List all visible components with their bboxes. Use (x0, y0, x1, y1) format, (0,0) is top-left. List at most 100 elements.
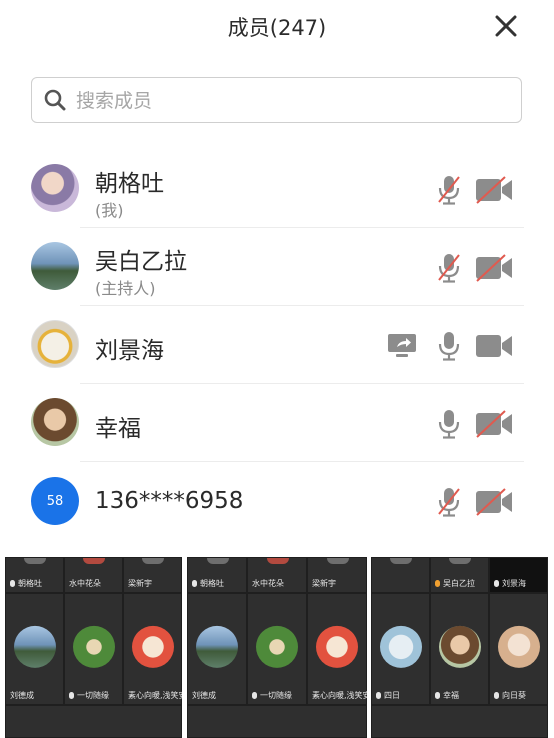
close-icon (495, 15, 517, 37)
video-cell[interactable]: 刘景海 (489, 557, 548, 593)
video-cell[interactable]: 向日葵 (489, 593, 548, 705)
host-icon (435, 580, 440, 587)
video-cell[interactable]: 一切随缘 (64, 593, 123, 705)
mic-muted-icon[interactable] (436, 252, 462, 284)
mic-muted-icon[interactable] (436, 486, 462, 518)
avatar (83, 558, 105, 564)
search-box[interactable] (31, 77, 522, 124)
member-row[interactable]: 58 136****6958 (0, 462, 554, 540)
participant-label: 梁新宇 (312, 579, 336, 588)
avatar (267, 558, 289, 564)
video-cell[interactable] (5, 705, 182, 738)
member-row[interactable]: 吴白乙拉 (主持人) (0, 228, 554, 306)
video-cell[interactable]: 梁新宇 (307, 557, 367, 593)
avatar (207, 558, 229, 564)
mic-icon[interactable] (436, 408, 462, 440)
search-icon (44, 89, 66, 111)
avatar (72, 625, 115, 668)
member-name: 朝格吐 (95, 171, 164, 197)
participant-label: 水中花朵 (69, 579, 101, 588)
mic-icon (252, 692, 257, 699)
header: 成员(247) (0, 0, 554, 56)
video-grid-panel[interactable]: 朝格吐 水中花朵 梁新宇 刘德成 一切随缘 素心向暖,浅笑安然 (187, 557, 367, 738)
video-cell[interactable]: 水中花朵 (247, 557, 307, 593)
avatar (13, 625, 56, 668)
video-cell[interactable]: 四日 (371, 593, 430, 705)
mic-icon (376, 692, 381, 699)
mic-icon (435, 692, 440, 699)
participant-label: 一切随缘 (69, 690, 109, 701)
avatar: 58 (31, 477, 79, 525)
participant-label: 吴白乙拉 (435, 578, 475, 589)
avatar (449, 558, 471, 564)
mic-icon (69, 692, 74, 699)
screen-share-icon[interactable] (387, 332, 417, 358)
video-cell[interactable]: 朝格吐 (5, 557, 64, 593)
camera-off-icon[interactable] (475, 254, 513, 282)
video-grid-panel[interactable]: 吴白乙拉 刘景海 四日 幸福 向日葵 (371, 557, 548, 738)
video-cell[interactable]: 朝格吐 (187, 557, 247, 593)
video-cell[interactable]: 水中花朵 (64, 557, 123, 593)
member-row[interactable]: 刘景海 (0, 306, 554, 384)
video-cell[interactable] (371, 557, 430, 593)
participant-label: 素心向暖,浅笑安然 (312, 691, 367, 700)
page-title: 成员(247) (227, 16, 327, 40)
avatar (316, 625, 358, 668)
member-row[interactable]: 朝格吐 (我) (0, 150, 554, 228)
avatar (196, 625, 238, 668)
video-cell[interactable]: 梁新宇 (123, 557, 182, 593)
participant-label: 向日葵 (494, 690, 526, 701)
avatar (142, 558, 164, 564)
video-cell[interactable]: 一切随缘 (247, 593, 307, 705)
avatar (497, 625, 540, 668)
avatar (131, 625, 174, 668)
video-cell[interactable]: 幸福 (430, 593, 489, 705)
mic-icon[interactable] (436, 330, 462, 362)
avatar (438, 625, 481, 668)
member-name: 刘景海 (95, 338, 164, 364)
video-cell[interactable]: 吴白乙拉 (430, 557, 489, 593)
video-cell[interactable] (371, 705, 548, 738)
participant-label: 刘德成 (192, 691, 216, 700)
participant-label: 刘景海 (494, 578, 526, 589)
member-role: (主持人) (95, 279, 156, 298)
video-cell[interactable]: 素心向暖,浅笑安然 (123, 593, 182, 705)
member-role: (我) (95, 201, 124, 220)
participant-label: 一切随缘 (252, 690, 292, 701)
camera-off-icon[interactable] (475, 410, 513, 438)
mic-icon (494, 580, 499, 587)
camera-off-icon[interactable] (475, 488, 513, 516)
close-button[interactable] (492, 12, 520, 40)
member-name: 幸福 (95, 416, 141, 442)
mic-icon (10, 580, 15, 587)
participant-label: 朝格吐 (10, 578, 42, 589)
avatar (256, 625, 298, 668)
member-row[interactable]: 幸福 (0, 384, 554, 462)
members-page: 成员(247) 朝格吐 (我) (0, 0, 554, 738)
participant-label: 刘德成 (10, 691, 34, 700)
search-input[interactable] (74, 78, 508, 124)
participant-label: 幸福 (435, 690, 459, 701)
mic-icon (494, 692, 499, 699)
video-cell[interactable]: 刘德成 (187, 593, 247, 705)
camera-icon[interactable] (475, 332, 513, 360)
avatar (327, 558, 349, 564)
avatar (379, 625, 422, 668)
video-grid-panel[interactable]: 朝格吐 水中花朵 梁新宇 刘德成 一切随缘 素心向暖,浅笑安然 (5, 557, 182, 738)
participant-label: 四日 (376, 690, 400, 701)
member-name: 136****6958 (95, 488, 244, 514)
participant-label: 朝格吐 (192, 578, 224, 589)
video-cell[interactable] (187, 705, 367, 738)
video-cell[interactable]: 刘德成 (5, 593, 64, 705)
avatar (31, 242, 79, 290)
video-cell[interactable]: 素心向暖,浅笑安然 (307, 593, 367, 705)
mic-muted-icon[interactable] (436, 174, 462, 206)
member-name: 吴白乙拉 (95, 249, 187, 275)
avatar (31, 398, 79, 446)
mic-icon (192, 580, 197, 587)
participant-label: 梁新宇 (128, 579, 152, 588)
participant-label: 水中花朵 (252, 579, 284, 588)
avatar (31, 164, 79, 212)
avatar (24, 558, 46, 564)
camera-off-icon[interactable] (475, 176, 513, 204)
